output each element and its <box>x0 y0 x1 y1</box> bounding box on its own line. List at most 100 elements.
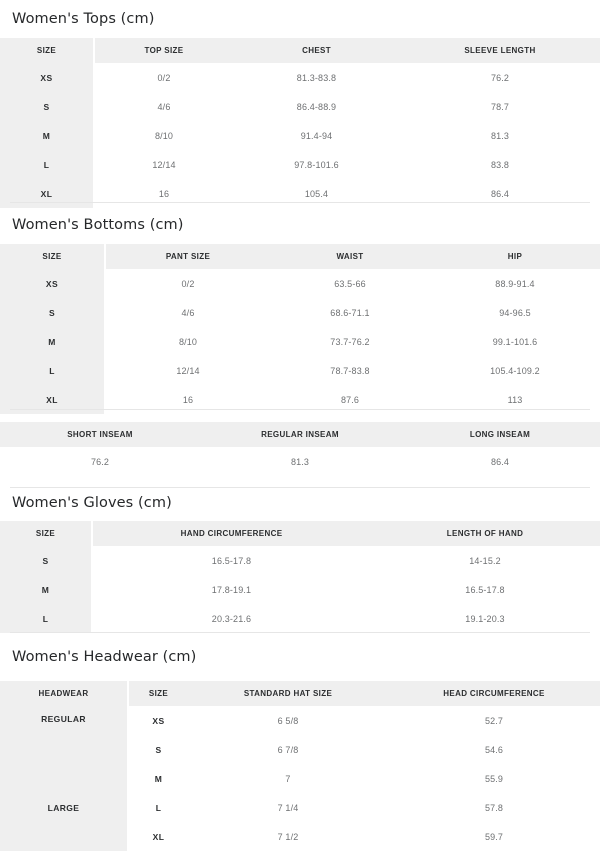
table-row: XL 16 105.4 86.4 <box>0 179 600 208</box>
table-row: L 20.3-21.6 19.1-20.3 <box>0 604 600 633</box>
cell-sleeve-length: 83.8 <box>400 150 600 179</box>
cell-hip: 88.9-91.4 <box>430 269 600 298</box>
cell-sleeve-length: 76.2 <box>400 63 600 92</box>
cell-size: S <box>128 735 188 764</box>
cell-head-circumference: 57.8 <box>388 793 600 822</box>
cell-standard-hat-size: 7 <box>188 764 388 793</box>
cell-chest: 97.8-101.6 <box>233 150 400 179</box>
cell-size: L <box>128 793 188 822</box>
cell-waist: 68.6-71.1 <box>270 298 430 327</box>
cell-size: XL <box>0 179 95 208</box>
cell-top-size: 4/6 <box>94 92 233 121</box>
column-header-size: SIZE <box>0 521 93 546</box>
cell-top-size: 12/14 <box>94 150 233 179</box>
cell-sleeve-length: 78.7 <box>400 92 600 121</box>
cell-hand-circumference: 16.5-17.8 <box>92 546 370 575</box>
cell-hand-circumference: 17.8-19.1 <box>92 575 370 604</box>
table-row: M 8/10 73.7-76.2 99.1-101.6 <box>0 327 600 356</box>
table-row: XS 0/2 81.3-83.8 76.2 <box>0 63 600 92</box>
cell-chest: 91.4-94 <box>233 121 400 150</box>
cell-size: XL <box>128 822 188 851</box>
column-header-regular-inseam: REGULAR INSEAM <box>200 422 400 447</box>
cell-head-circumference: 59.7 <box>388 822 600 851</box>
table-bottom-rule <box>10 632 590 633</box>
column-header-head-circumference: HEAD CIRCUMFERENCE <box>388 681 600 706</box>
cell-headwear-group-large: LARGE <box>0 764 129 851</box>
cell-standard-hat-size: 7 1/4 <box>188 793 388 822</box>
cell-hip: 105.4-109.2 <box>430 356 600 385</box>
table-row: S 16.5-17.8 14-15.2 <box>0 546 600 575</box>
cell-chest: 105.4 <box>233 179 400 208</box>
cell-waist: 63.5-66 <box>270 269 430 298</box>
cell-size: L <box>0 150 95 179</box>
table-header-row: SIZE HAND CIRCUMFERENCE LENGTH OF HAND <box>0 521 600 546</box>
cell-headwear-group-regular: REGULAR <box>0 706 129 764</box>
table-womens-tops: SIZE TOP SIZE CHEST SLEEVE LENGTH XS 0/2… <box>0 38 600 208</box>
section-title-bottoms: Women's Bottoms (cm) <box>12 217 184 233</box>
table-header-row: SIZE PANT SIZE WAIST HIP <box>0 244 600 269</box>
cell-chest: 81.3-83.8 <box>233 63 400 92</box>
cell-regular-inseam: 81.3 <box>200 447 400 477</box>
cell-head-circumference: 52.7 <box>388 706 600 735</box>
table-row: S 4/6 68.6-71.1 94-96.5 <box>0 298 600 327</box>
cell-length-of-hand: 14-15.2 <box>370 546 600 575</box>
cell-size: M <box>128 764 188 793</box>
cell-top-size: 0/2 <box>94 63 233 92</box>
cell-standard-hat-size: 6 7/8 <box>188 735 388 764</box>
cell-size: L <box>0 604 93 633</box>
table-row: L 12/14 97.8-101.6 83.8 <box>0 150 600 179</box>
table-header-row: SHORT INSEAM REGULAR INSEAM LONG INSEAM <box>0 422 600 447</box>
column-header-sleeve-length: SLEEVE LENGTH <box>400 38 600 63</box>
cell-hand-circumference: 20.3-21.6 <box>92 604 370 633</box>
column-header-top-size: TOP SIZE <box>94 38 233 63</box>
table-row: L 12/14 78.7-83.8 105.4-109.2 <box>0 356 600 385</box>
cell-standard-hat-size: 6 5/8 <box>188 706 388 735</box>
table-womens-headwear: HEADWEAR SIZE STANDARD HAT SIZE HEAD CIR… <box>0 681 600 851</box>
cell-size: M <box>0 121 95 150</box>
table-row: S 4/6 86.4-88.9 78.7 <box>0 92 600 121</box>
column-header-size: SIZE <box>0 244 106 269</box>
column-header-hip: HIP <box>430 244 600 269</box>
cell-hip: 94-96.5 <box>430 298 600 327</box>
cell-size: S <box>0 92 95 121</box>
column-header-waist: WAIST <box>270 244 430 269</box>
table-womens-inseam: SHORT INSEAM REGULAR INSEAM LONG INSEAM … <box>0 422 600 477</box>
table-womens-gloves: SIZE HAND CIRCUMFERENCE LENGTH OF HAND S… <box>0 521 600 633</box>
cell-size: L <box>0 356 106 385</box>
section-title-headwear: Women's Headwear (cm) <box>12 649 197 665</box>
column-header-headwear: HEADWEAR <box>0 681 129 706</box>
cell-long-inseam: 86.4 <box>400 447 600 477</box>
column-header-long-inseam: LONG INSEAM <box>400 422 600 447</box>
cell-hip: 99.1-101.6 <box>430 327 600 356</box>
column-header-standard-hat-size: STANDARD HAT SIZE <box>188 681 388 706</box>
cell-short-inseam: 76.2 <box>0 447 200 477</box>
table-header-row: HEADWEAR SIZE STANDARD HAT SIZE HEAD CIR… <box>0 681 600 706</box>
size-chart-page: Women's Tops (cm) SIZE TOP SIZE CHEST SL… <box>0 0 600 851</box>
cell-size: XS <box>0 269 106 298</box>
column-header-chest: CHEST <box>233 38 400 63</box>
cell-pant-size: 12/14 <box>105 356 270 385</box>
cell-top-size: 8/10 <box>94 121 233 150</box>
table-row: 76.2 81.3 86.4 <box>0 447 600 477</box>
cell-sleeve-length: 81.3 <box>400 121 600 150</box>
cell-size: XS <box>128 706 188 735</box>
table-womens-bottoms: SIZE PANT SIZE WAIST HIP XS 0/2 63.5-66 … <box>0 244 600 414</box>
column-header-hand-circumference: HAND CIRCUMFERENCE <box>92 521 370 546</box>
section-title-tops: Women's Tops (cm) <box>12 11 155 27</box>
cell-head-circumference: 55.9 <box>388 764 600 793</box>
cell-size: S <box>0 298 106 327</box>
table-bottom-rule <box>10 409 590 410</box>
cell-length-of-hand: 19.1-20.3 <box>370 604 600 633</box>
table-row: M 17.8-19.1 16.5-17.8 <box>0 575 600 604</box>
column-header-length-of-hand: LENGTH OF HAND <box>370 521 600 546</box>
column-header-short-inseam: SHORT INSEAM <box>0 422 200 447</box>
cell-top-size: 16 <box>94 179 233 208</box>
cell-size: M <box>0 575 93 604</box>
cell-size: M <box>0 327 106 356</box>
column-header-size: SIZE <box>128 681 188 706</box>
cell-size: S <box>0 546 93 575</box>
table-row: LARGE M 7 55.9 <box>0 764 600 851</box>
cell-waist: 73.7-76.2 <box>270 327 430 356</box>
column-header-pant-size: PANT SIZE <box>105 244 270 269</box>
cell-chest: 86.4-88.9 <box>233 92 400 121</box>
